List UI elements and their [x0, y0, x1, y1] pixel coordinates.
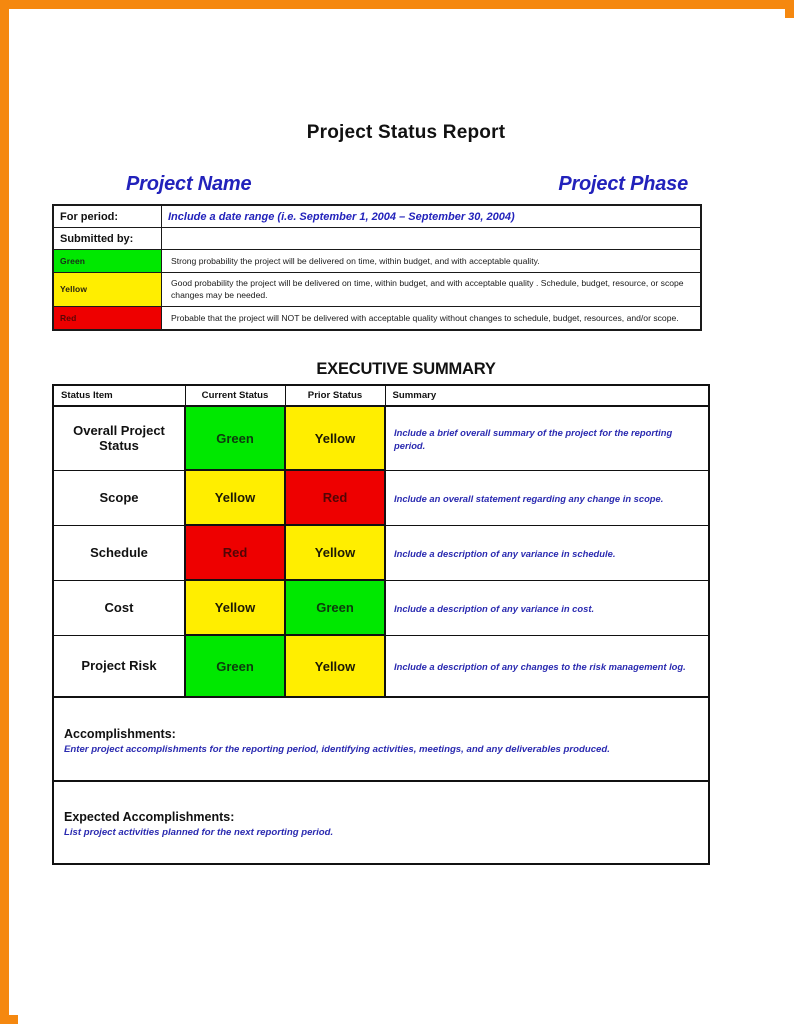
prior-status-badge[interactable]: Red [284, 469, 386, 526]
accomplishments-body[interactable]: Enter project accomplishments for the re… [64, 743, 700, 756]
page-title: Project Status Report [306, 122, 506, 143]
column-header-prior-status: Prior Status [284, 384, 386, 407]
expected-accomplishments-body[interactable]: List project activities planned for the … [64, 826, 700, 839]
table-row-expected-accomplishments: Expected Accomplishments: List project a… [52, 780, 710, 865]
summary-text[interactable]: Include a description of any changes to … [384, 634, 710, 698]
prior-status-badge[interactable]: Green [284, 579, 386, 636]
page-orange-frame: Project Status Report Project Name Proje… [0, 0, 794, 1024]
column-header-status-item: Status Item [52, 384, 186, 407]
table-row: Project Risk Green Yellow Include a desc… [52, 634, 710, 698]
summary-text[interactable]: Include an overall statement regarding a… [384, 469, 710, 526]
info-legend-table: For period: Include a date range (i.e. S… [52, 204, 702, 331]
table-row: Scope Yellow Red Include an overall stat… [52, 469, 710, 526]
for-period-label: For period: [52, 204, 162, 228]
status-item-label: Overall Project Status [52, 405, 186, 471]
summary-text[interactable]: Include a brief overall summary of the p… [384, 405, 710, 471]
prior-status-badge[interactable]: Yellow [284, 634, 386, 698]
summary-text[interactable]: Include a description of any variance in… [384, 524, 710, 581]
column-header-summary: Summary [384, 384, 710, 407]
table-row-legend-red: Red Probable that the project will NOT b… [52, 305, 702, 331]
legend-swatch-red: Red [52, 305, 162, 331]
table-row: Schedule Red Yellow Include a descriptio… [52, 524, 710, 581]
legend-description-green: Strong probability the project will be d… [161, 249, 702, 273]
document-page: Project Status Report Project Name Proje… [18, 18, 794, 1024]
current-status-badge[interactable]: Green [184, 634, 286, 698]
prior-status-badge[interactable]: Yellow [284, 405, 386, 471]
legend-description-yellow: Good probability the project will be del… [161, 272, 702, 307]
table-row-legend-green: Green Strong probability the project wil… [52, 249, 702, 273]
project-phase-heading: Project Phase [558, 173, 688, 195]
legend-description-red: Probable that the project will NOT be de… [161, 305, 702, 331]
accomplishments-title: Accomplishments: [64, 726, 176, 741]
project-name-heading: Project Name [126, 173, 252, 195]
executive-summary-heading: EXECUTIVE SUMMARY [316, 360, 496, 378]
current-status-badge[interactable]: Green [184, 405, 286, 471]
table-row: Cost Yellow Green Include a description … [52, 579, 710, 636]
accomplishments-cell[interactable]: Accomplishments: Enter project accomplis… [52, 696, 710, 782]
summary-text[interactable]: Include a description of any variance in… [384, 579, 710, 636]
executive-summary-table: Status Item Current Status Prior Status … [52, 384, 710, 865]
column-header-current-status: Current Status [184, 384, 286, 407]
submitted-by-label: Submitted by: [52, 227, 162, 250]
status-item-label: Schedule [52, 524, 186, 581]
prior-status-badge[interactable]: Yellow [284, 524, 386, 581]
legend-swatch-yellow: Yellow [52, 272, 162, 307]
status-item-label: Project Risk [52, 634, 186, 698]
table-row-accomplishments: Accomplishments: Enter project accomplis… [52, 696, 710, 782]
table-row-legend-yellow: Yellow Good probability the project will… [52, 272, 702, 307]
project-header-row: Project Name Project Phase [52, 173, 738, 199]
legend-swatch-green: Green [52, 249, 162, 273]
table-header-row: Status Item Current Status Prior Status … [52, 384, 710, 407]
current-status-badge[interactable]: Yellow [184, 579, 286, 636]
table-row-submitted-by: Submitted by: [52, 227, 702, 250]
for-period-value[interactable]: Include a date range (i.e. September 1, … [161, 204, 702, 228]
submitted-by-value[interactable] [161, 227, 702, 250]
status-item-label: Scope [52, 469, 186, 526]
status-item-label: Cost [52, 579, 186, 636]
current-status-badge[interactable]: Yellow [184, 469, 286, 526]
expected-accomplishments-title: Expected Accomplishments: [64, 810, 235, 825]
table-row-for-period: For period: Include a date range (i.e. S… [52, 204, 702, 228]
expected-accomplishments-cell[interactable]: Expected Accomplishments: List project a… [52, 780, 710, 865]
current-status-badge[interactable]: Red [184, 524, 286, 581]
table-row: Overall Project Status Green Yellow Incl… [52, 405, 710, 471]
